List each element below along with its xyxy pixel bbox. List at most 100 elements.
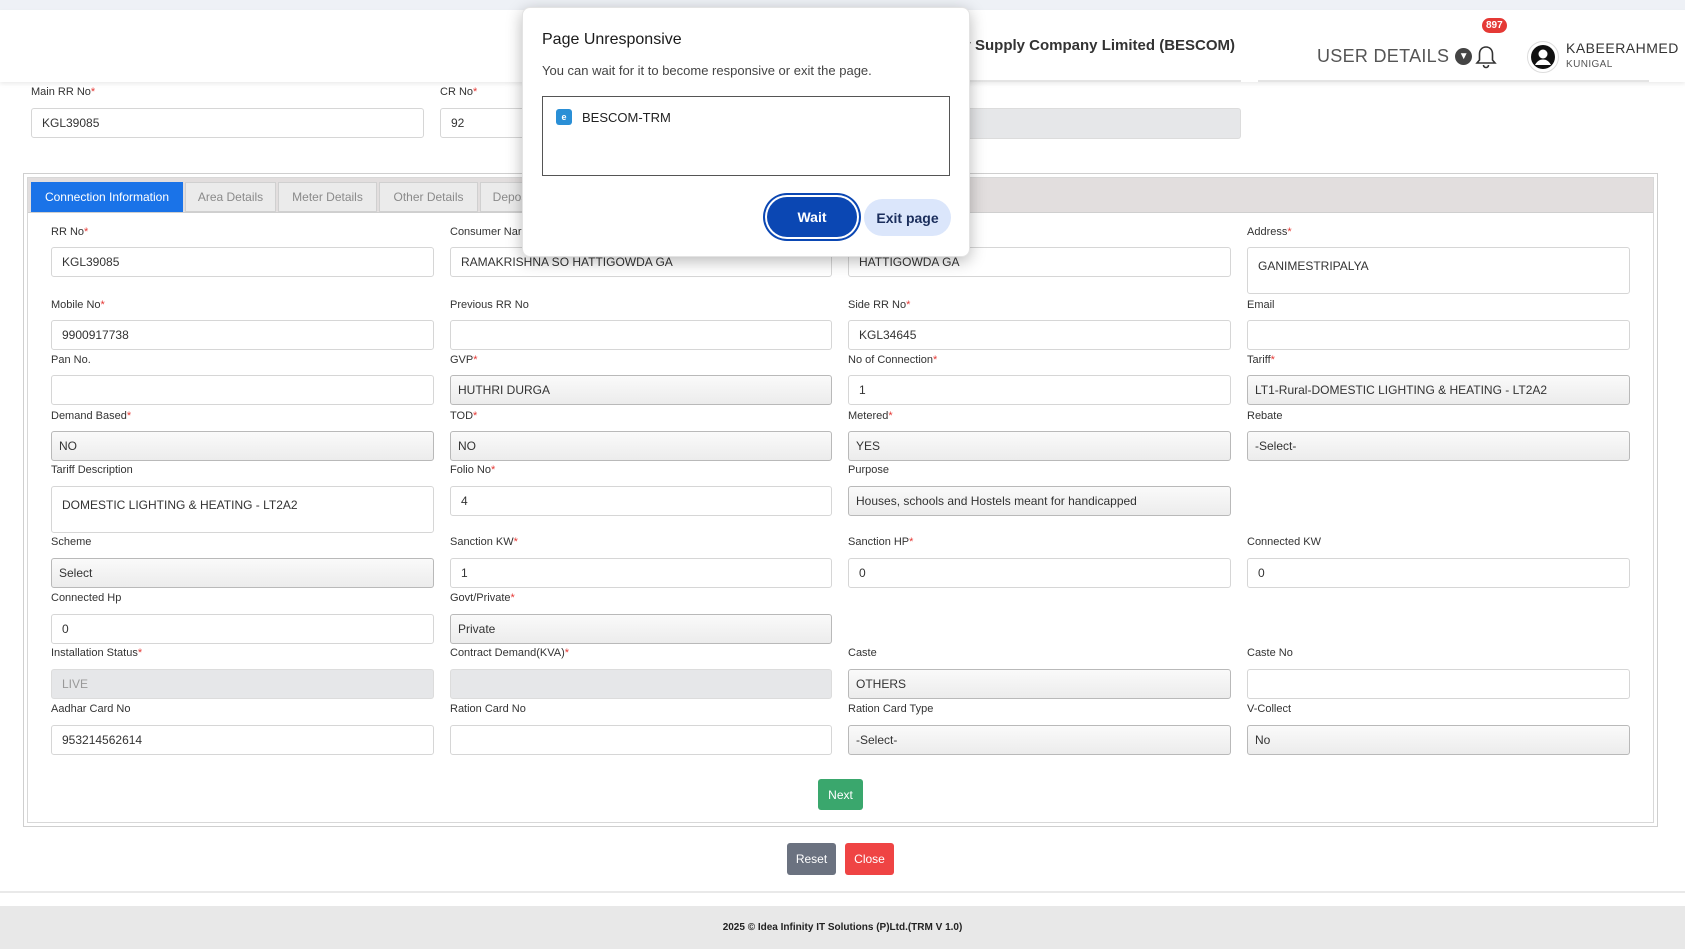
installation-status-label-text: Installation Status <box>51 647 138 659</box>
no-of-connection-field[interactable]: 1 <box>848 375 1231 405</box>
consumer-name-label: Consumer Nar <box>450 226 522 238</box>
tariff-description-field[interactable]: DOMESTIC LIGHTING & HEATING - LT2A2 <box>51 486 434 533</box>
sanction-hp-label: Sanction HP* <box>848 536 914 548</box>
aadhar-field[interactable]: 953214562614 <box>51 725 434 755</box>
folio-no-field[interactable]: 4 <box>450 486 832 516</box>
previous-rr-field[interactable] <box>450 320 832 350</box>
connected-kw-field[interactable]: 0 <box>1247 558 1630 588</box>
gvp-select[interactable]: HUTHRI DURGA <box>450 375 832 405</box>
page-item-label: BESCOM-TRM <box>582 109 671 125</box>
tab-connection-information[interactable]: Connection Information <box>31 182 183 212</box>
rr-no-field[interactable]: KGL39085 <box>51 247 434 277</box>
side-rr-label: Side RR No* <box>848 299 911 311</box>
mobile-no-field[interactable]: 9900917738 <box>51 320 434 350</box>
address-field[interactable]: GANIMESTRIPALYA <box>1247 247 1630 294</box>
folio-no-label: Folio No* <box>450 464 496 476</box>
tab-meter-details[interactable]: Meter Details <box>278 182 377 212</box>
purpose-select[interactable]: Houses, schools and Hostels meant for ha… <box>848 486 1231 516</box>
page-favicon-icon: e <box>556 109 572 125</box>
top-field-edge <box>940 80 1241 82</box>
pan-no-label: Pan No. <box>51 354 91 366</box>
caste-no-field[interactable] <box>1247 669 1630 699</box>
folio-no-label-text: Folio No <box>450 464 491 476</box>
caste-select[interactable]: OTHERS <box>848 669 1231 699</box>
email-label: Email <box>1247 299 1275 311</box>
mobile-no-label: Mobile No* <box>51 299 105 311</box>
reset-button[interactable]: Reset <box>787 843 836 875</box>
dialog-title: Page Unresponsive <box>542 31 682 48</box>
main-rr-label: Main RR No* <box>31 86 96 98</box>
tariff-description-label: Tariff Description <box>51 464 133 476</box>
user-avatar-icon <box>1531 45 1555 69</box>
scheme-select[interactable]: Select <box>51 558 434 588</box>
footer-divider <box>0 891 1685 893</box>
caste-no-label: Caste No <box>1247 647 1293 659</box>
address-label: Address* <box>1247 226 1292 238</box>
tod-label: TOD* <box>450 410 478 422</box>
contract-demand-label: Contract Demand(KVA)* <box>450 647 570 659</box>
purpose-label: Purpose <box>848 464 889 476</box>
tariff-label-text: Tariff <box>1247 354 1271 366</box>
sanction-hp-label-text: Sanction HP <box>848 536 910 548</box>
notification-badge: 897 <box>1482 18 1507 33</box>
pan-no-field[interactable] <box>51 375 434 405</box>
sanction-hp-field[interactable]: 0 <box>848 558 1231 588</box>
avatar[interactable] <box>1527 41 1559 73</box>
tod-select[interactable]: NO <box>450 431 832 461</box>
rebate-select[interactable]: -Select- <box>1247 431 1630 461</box>
next-button[interactable]: Next <box>818 779 863 810</box>
metered-label-text: Metered <box>848 410 889 422</box>
sanction-kw-label: Sanction KW* <box>450 536 518 548</box>
ration-card-type-select[interactable]: -Select- <box>848 725 1231 755</box>
demand-based-label-text: Demand Based <box>51 410 127 422</box>
gvp-label: GVP* <box>450 354 478 366</box>
installation-status-field: LIVE <box>51 669 434 699</box>
main-rr-field[interactable]: KGL39085 <box>31 108 424 138</box>
metered-select[interactable]: YES <box>848 431 1231 461</box>
page-unresponsive-dialog: Page Unresponsive You can wait for it to… <box>522 7 970 257</box>
top-field-edge <box>1258 80 1649 82</box>
demand-based-label: Demand Based* <box>51 410 132 422</box>
connected-hp-label: Connected Hp <box>51 592 122 604</box>
scheme-label: Scheme <box>51 536 92 548</box>
close-button[interactable]: Close <box>845 843 894 875</box>
aadhar-label: Aadhar Card No <box>51 703 131 715</box>
top-disabled-field <box>940 108 1241 139</box>
unresponsive-page-item: e BESCOM-TRM <box>556 109 671 125</box>
mobile-no-label-text: Mobile No <box>51 299 101 311</box>
sanction-kw-label-text: Sanction KW <box>450 536 514 548</box>
connected-hp-field[interactable]: 0 <box>51 614 434 644</box>
cr-no-label-text: CR No <box>440 86 474 98</box>
demand-based-select[interactable]: NO <box>51 431 434 461</box>
contract-demand-label-text: Contract Demand(KVA) <box>450 647 565 659</box>
main-rr-label-text: Main RR No <box>31 86 91 98</box>
no-of-connection-label: No of Connection* <box>848 354 938 366</box>
tab-other-details[interactable]: Other Details <box>379 182 478 212</box>
user-details-menu[interactable]: USER DETAILS ▼ <box>1317 46 1473 67</box>
wait-button[interactable]: Wait <box>767 197 857 237</box>
rr-no-label-text: RR No <box>51 226 85 238</box>
sanction-kw-field[interactable]: 1 <box>450 558 832 588</box>
gvp-label-text: GVP <box>450 354 474 366</box>
previous-rr-label: Previous RR No <box>450 299 529 311</box>
email-field[interactable] <box>1247 320 1630 350</box>
chevron-down-icon: ▼ <box>1455 48 1473 65</box>
ration-card-no-field[interactable] <box>450 725 832 755</box>
metered-label: Metered* <box>848 410 893 422</box>
caste-label: Caste <box>848 647 877 659</box>
unresponsive-page-list: e BESCOM-TRM <box>542 96 950 176</box>
bell-icon[interactable] <box>1474 44 1498 70</box>
no-of-connection-label-text: No of Connection <box>848 354 933 366</box>
side-rr-field[interactable]: KGL34645 <box>848 320 1231 350</box>
rr-no-label: RR No* <box>51 226 89 238</box>
tariff-select[interactable]: LT1-Rural-DOMESTIC LIGHTING & HEATING - … <box>1247 375 1630 405</box>
exit-page-button[interactable]: Exit page <box>864 199 951 236</box>
tod-label-text: TOD <box>450 410 474 422</box>
installation-status-label: Installation Status* <box>51 647 143 659</box>
footer: 2025 © Idea Infinity IT Solutions (P)Ltd… <box>0 906 1685 949</box>
tariff-label: Tariff* <box>1247 354 1275 366</box>
govt-private-select[interactable]: Private <box>450 614 832 644</box>
tab-area-details[interactable]: Area Details <box>185 182 276 212</box>
v-collect-label: V-Collect <box>1247 703 1292 715</box>
v-collect-select[interactable]: No <box>1247 725 1630 755</box>
